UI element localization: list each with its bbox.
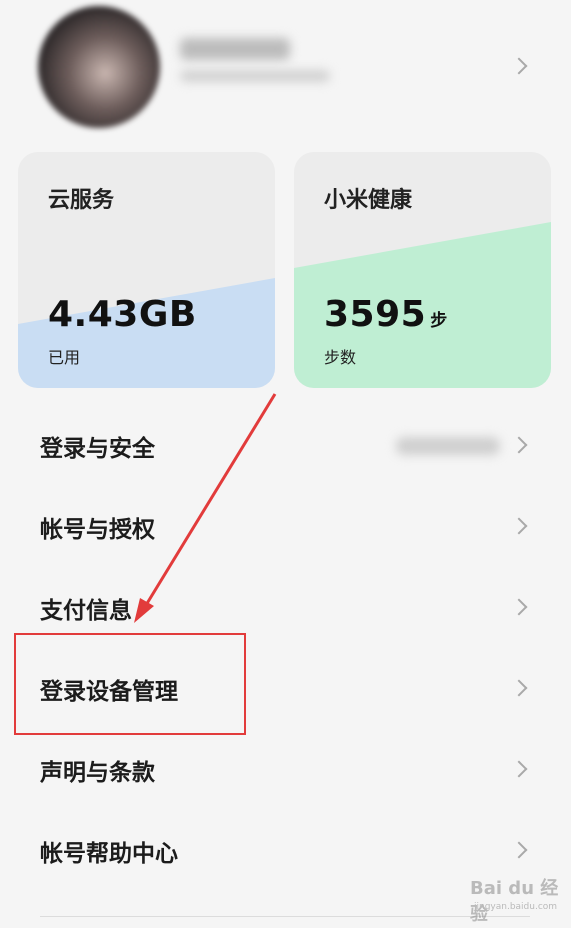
annotation-arrow bbox=[134, 393, 277, 623]
watermark-logo: Bai du 经验 bbox=[470, 878, 559, 925]
watermark-url: jingyan.baidu.com bbox=[474, 902, 558, 912]
baidu-jingyan-watermark: Bai du 经验 jingyan.baidu.com bbox=[470, 864, 566, 925]
